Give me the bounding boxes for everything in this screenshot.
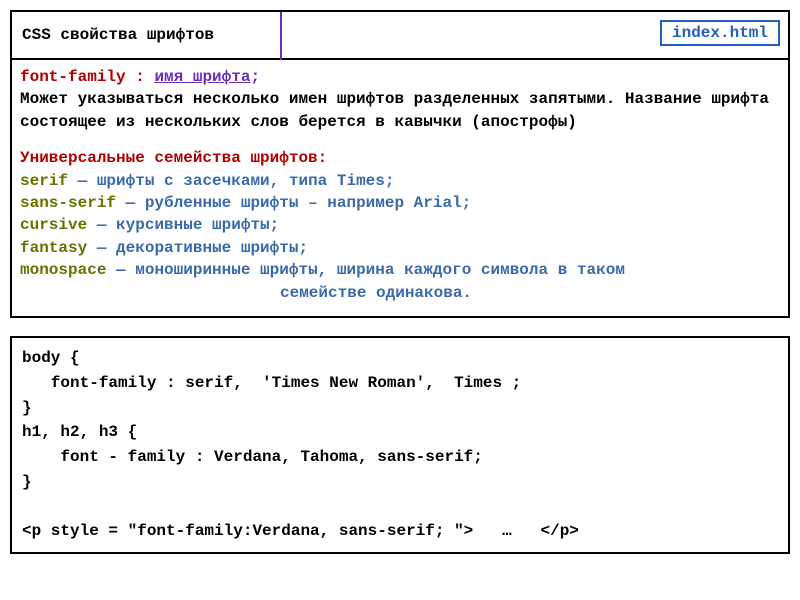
family-row: monospace — моноширинные шрифты, ширина … (20, 259, 780, 281)
vertical-divider (280, 12, 282, 60)
family-name: monospace (20, 261, 106, 279)
code-line: } (22, 473, 32, 491)
header-spacer: index.html (282, 10, 790, 58)
family-name: serif (20, 172, 68, 190)
header-row: CSS свойства шрифтов index.html (10, 10, 790, 58)
family-name: fantasy (20, 239, 87, 257)
code-line: body { (22, 349, 80, 367)
family-dash: — (87, 239, 116, 257)
family-desc: шрифты с засечками, типа Times; (97, 172, 395, 190)
family-desc: декоративные шрифты; (116, 239, 308, 257)
code-line: <p style = "font-family:Verdana, sans-se… (22, 522, 579, 540)
code-line: } (22, 399, 32, 417)
code-box: body { font-family : serif, 'Times New R… (10, 336, 790, 554)
explanation-box: font-family : имя шрифта; Может указыват… (10, 58, 790, 318)
code-line: font-family : serif, 'Times New Roman', … (22, 374, 521, 392)
page-title: CSS свойства шрифтов (22, 26, 214, 44)
family-dash: — (68, 172, 97, 190)
page-title-box: CSS свойства шрифтов (10, 10, 282, 58)
family-name: sans-serif (20, 194, 116, 212)
family-desc: моноширинные шрифты, ширина каждого симв… (135, 261, 625, 279)
syntax-semicolon: ; (250, 68, 260, 86)
family-name: cursive (20, 216, 87, 234)
family-desc: курсивные шрифты; (116, 216, 279, 234)
syntax-property: font-family (20, 68, 126, 86)
filename-badge: index.html (660, 20, 780, 46)
code-line: h1, h2, h3 { (22, 423, 137, 441)
family-desc: рубленные шрифты – например Arial; (145, 194, 471, 212)
syntax-value: имя шрифта (154, 68, 250, 86)
family-row: fantasy — декоративные шрифты; (20, 237, 780, 259)
family-dash: — (116, 194, 145, 212)
families-title: Универсальные семейства шрифтов: (20, 147, 780, 169)
family-row: serif — шрифты с засечками, типа Times; (20, 170, 780, 192)
family-row: sans-serif — рубленные шрифты – например… (20, 192, 780, 214)
syntax-colon: : (126, 68, 155, 86)
description-text: Может указываться несколько имен шрифтов… (20, 88, 780, 133)
family-row: cursive — курсивные шрифты; (20, 214, 780, 236)
family-dash: — (106, 261, 135, 279)
filename-text: index.html (672, 24, 768, 42)
family-dash: — (87, 216, 116, 234)
code-line: font - family : Verdana, Tahoma, sans-se… (22, 448, 483, 466)
syntax-line: font-family : имя шрифта; (20, 68, 260, 86)
family-desc-continuation: семействе одинакова. (20, 282, 780, 304)
